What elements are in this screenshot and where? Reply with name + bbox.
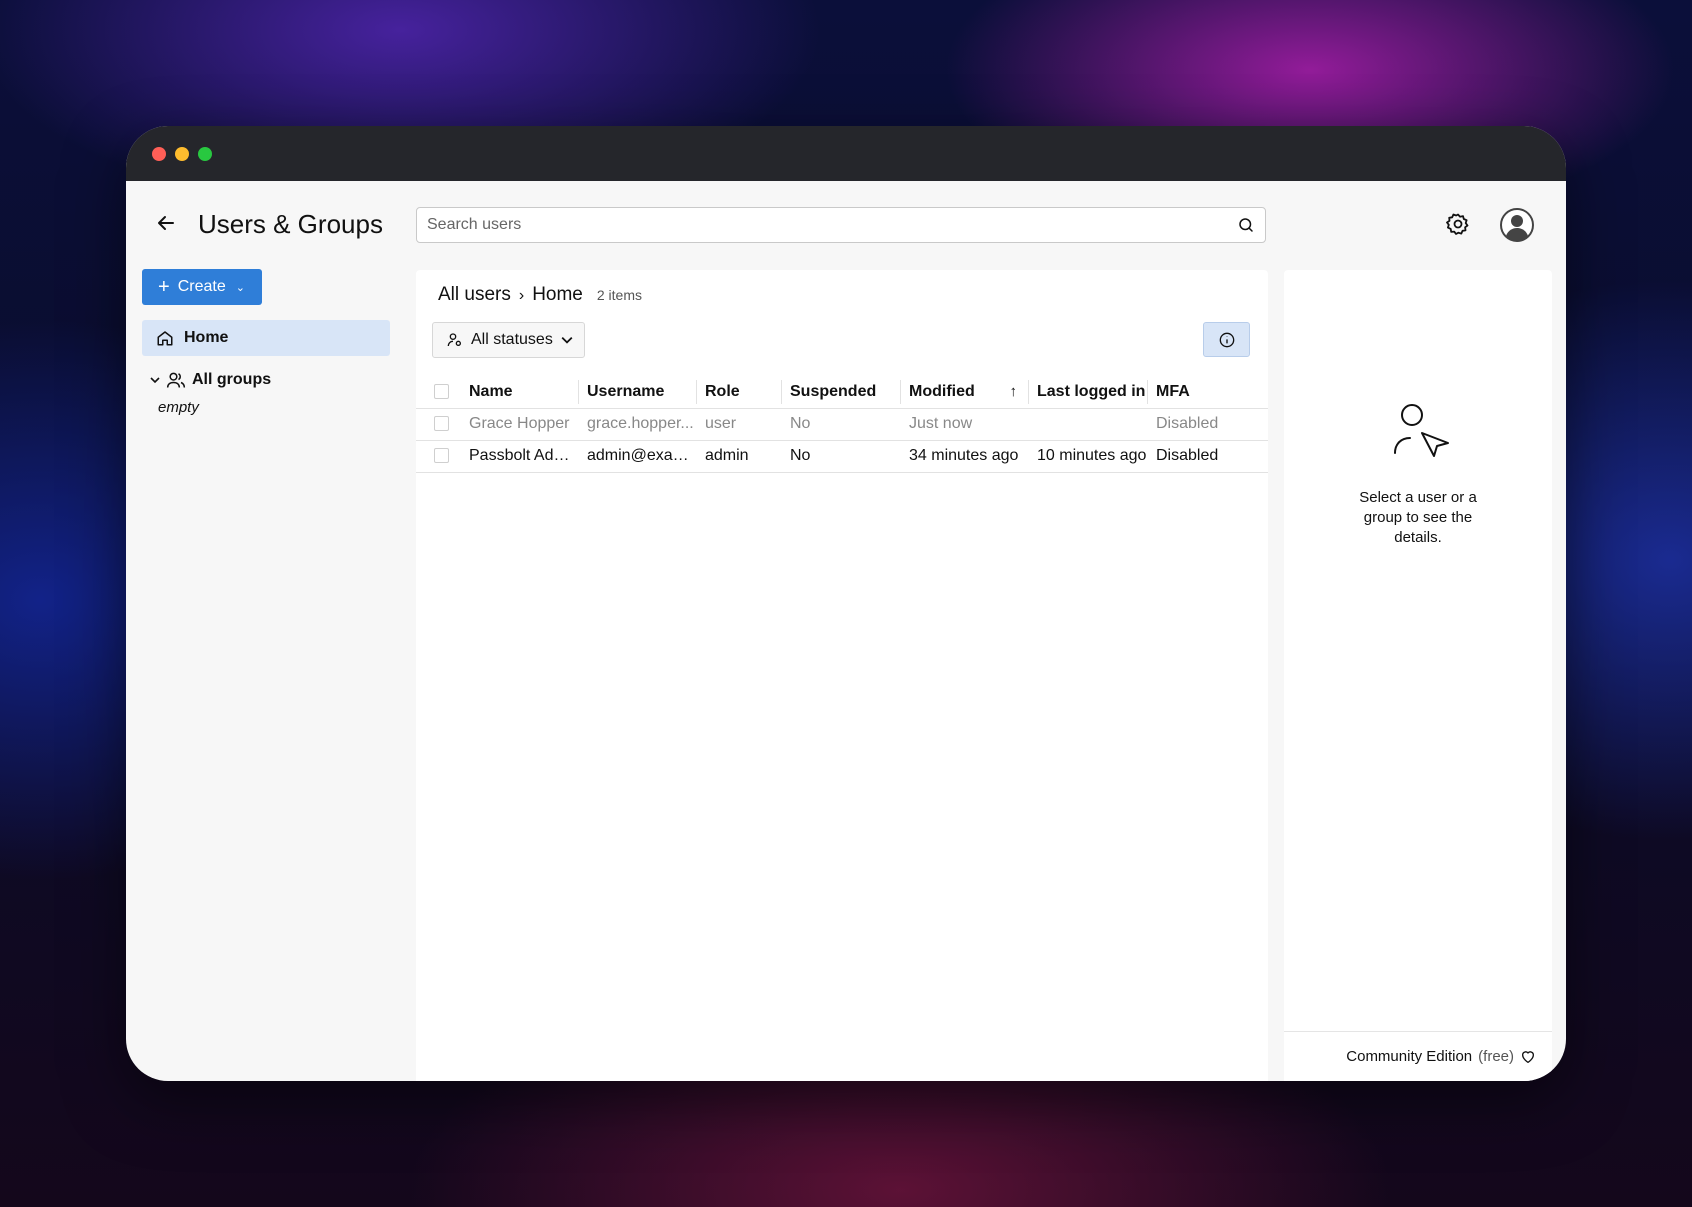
cell-name: Passbolt Admin [461, 440, 579, 473]
cell-mfa: Disabled [1148, 440, 1268, 473]
sort-up-icon: ↑ [1009, 383, 1018, 400]
users-icon [166, 372, 186, 388]
search-input[interactable] [417, 208, 1207, 242]
gear-icon[interactable] [1446, 212, 1470, 236]
cell-role: user [697, 408, 782, 441]
column-header-suspended[interactable]: Suspended [782, 376, 901, 409]
search-bar [416, 207, 1266, 243]
users-grid-panel: All users › Home 2 items All statuses Na… [416, 270, 1268, 1081]
edition-label[interactable]: Community Edition [1346, 1048, 1472, 1065]
info-icon [1219, 332, 1234, 347]
cell-modified: 34 minutes ago [901, 440, 1029, 473]
cell-suspended: No [782, 440, 901, 473]
maximize-window-button[interactable] [198, 147, 212, 161]
edition-free-label: (free) [1478, 1048, 1514, 1065]
column-header-modified-label: Modified [909, 382, 975, 400]
cell-last-logged-in: 10 minutes ago [1029, 440, 1148, 473]
chevron-down-icon: ⌄ [235, 281, 245, 294]
create-button[interactable]: + Create ⌄ [142, 269, 262, 305]
table-header-row: Name Username Role Suspended Modified ↑ L… [416, 376, 1268, 409]
row-select-cell [416, 440, 461, 473]
sidebar-item-all-groups[interactable]: All groups [150, 371, 271, 389]
chevron-down-icon [561, 336, 573, 344]
avatar-icon[interactable] [1500, 208, 1534, 242]
column-header-username[interactable]: Username [579, 376, 697, 409]
details-panel: Select a user or a group to see the deta… [1284, 270, 1552, 1081]
cell-last-logged-in [1029, 408, 1148, 441]
cell-role: admin [697, 440, 782, 473]
edition-footer: Community Edition (free) [1284, 1031, 1552, 1081]
details-empty-text: Select a user or a group to see the deta… [1359, 489, 1477, 546]
plus-icon: + [158, 276, 170, 298]
select-all-header [416, 376, 461, 409]
info-toggle-button[interactable] [1203, 322, 1250, 357]
sidebar-item-home[interactable]: Home [142, 320, 390, 356]
table-row[interactable]: Grace Hopper grace.hopper... user No Jus… [416, 408, 1268, 441]
window-titlebar [126, 126, 1566, 181]
user-filter-icon [447, 333, 461, 347]
status-filter-label: All statuses [471, 331, 553, 348]
minimize-window-button[interactable] [175, 147, 189, 161]
users-table: Name Username Role Suspended Modified ↑ L… [416, 376, 1268, 473]
user-select-icon [1394, 404, 1449, 457]
breadcrumb: All users › Home 2 items [438, 284, 642, 306]
sidebar-item-label: Home [184, 329, 229, 346]
status-filter-dropdown[interactable]: All statuses [432, 322, 585, 358]
column-header-last-logged-in[interactable]: Last logged in [1029, 376, 1148, 409]
cell-username: grace.hopper... [579, 408, 697, 441]
search-icon[interactable] [1237, 216, 1255, 234]
close-window-button[interactable] [152, 147, 166, 161]
arrow-left-icon[interactable] [154, 211, 178, 235]
cell-username: admin@exam... [579, 440, 697, 473]
cell-mfa: Disabled [1148, 408, 1268, 441]
app-body: Users & Groups + Create ⌄ Home [126, 181, 1566, 1081]
chevron-down-icon[interactable] [150, 375, 160, 385]
home-icon [157, 331, 173, 346]
cell-name: Grace Hopper [461, 408, 579, 441]
row-checkbox[interactable] [434, 416, 449, 432]
heart-icon[interactable] [1520, 1049, 1536, 1065]
groups-empty-label: empty [158, 399, 199, 416]
table-row[interactable]: Passbolt Admin admin@exam... admin No 34… [416, 440, 1268, 473]
item-count: 2 items [596, 287, 642, 303]
select-all-checkbox[interactable] [434, 384, 449, 400]
breadcrumb-home[interactable]: Home [532, 284, 583, 306]
column-header-name[interactable]: Name [461, 376, 579, 409]
column-header-modified[interactable]: Modified ↑ [901, 376, 1029, 409]
page-title: Users & Groups [198, 209, 383, 239]
breadcrumb-separator: › [518, 287, 525, 304]
app-window: Users & Groups + Create ⌄ Home [126, 126, 1566, 1081]
cell-suspended: No [782, 408, 901, 441]
column-header-role[interactable]: Role [697, 376, 782, 409]
cell-modified: Just now [901, 408, 1029, 441]
create-label: Create [177, 278, 226, 295]
column-header-mfa[interactable]: MFA [1148, 376, 1268, 409]
row-checkbox[interactable] [434, 448, 449, 464]
breadcrumb-all-users[interactable]: All users [438, 284, 511, 306]
sidebar-item-label: All groups [192, 371, 272, 388]
row-select-cell [416, 408, 461, 441]
